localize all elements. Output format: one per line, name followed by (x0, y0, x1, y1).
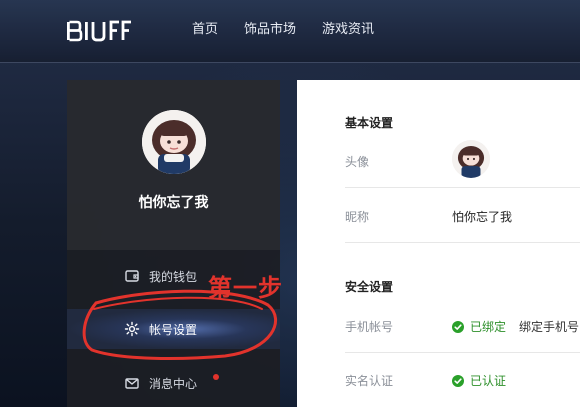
phone-label: 手机帐号 (345, 320, 394, 334)
avatar-label: 头像 (345, 155, 370, 169)
gear-icon (123, 320, 141, 338)
nav-market[interactable]: 饰品市场 (244, 21, 296, 39)
divider (345, 352, 580, 353)
phone-status: 已绑定 (452, 318, 506, 335)
realname-label: 实名认证 (345, 374, 394, 388)
realname-status: 已认证 (452, 372, 506, 389)
user-avatar-large[interactable] (142, 110, 206, 174)
profile-card: 怕你忘了我 (67, 80, 280, 250)
nickname-value: 怕你忘了我 (452, 210, 513, 224)
bind-phone-link[interactable]: 绑定手机号 (519, 318, 579, 335)
sidebar-item-wallet-label: 我的钱包 (149, 269, 198, 284)
divider (345, 187, 580, 188)
user-avatar-small[interactable] (452, 140, 490, 178)
wallet-icon (123, 267, 141, 285)
settings-panel: 基本设置 头像 昵称 怕你忘了我 安全设置 手机帐号 已绑定 绑定手机号 实名认… (297, 80, 580, 407)
check-circle-icon (452, 374, 464, 387)
sidebar-item-account-settings[interactable]: 帐号设置 (67, 309, 280, 349)
sidebar-item-messages-label: 消息中心 (149, 376, 198, 391)
realname-status-text: 已认证 (470, 374, 507, 388)
mail-icon (123, 374, 141, 392)
sidebar-item-account-settings-label: 帐号设置 (149, 322, 198, 337)
avatar-illustration-icon-small (452, 140, 490, 178)
basic-settings-title: 基本设置 (345, 116, 394, 130)
step-annotation-text: 第一步 (208, 274, 283, 302)
avatar-illustration-icon (142, 110, 206, 174)
buff-logo[interactable] (65, 18, 135, 44)
security-settings-title: 安全设置 (345, 280, 394, 294)
divider (345, 242, 580, 243)
nav-home[interactable]: 首页 (192, 21, 218, 39)
nav-news[interactable]: 游戏资讯 (322, 21, 374, 39)
notification-dot (213, 374, 219, 380)
check-circle-icon (452, 320, 464, 333)
profile-username: 怕你忘了我 (138, 195, 209, 211)
sidebar-item-messages[interactable]: 消息中心 (67, 363, 280, 403)
main-nav: 首页 饰品市场 游戏资讯 (192, 21, 374, 39)
phone-status-text: 已绑定 (470, 320, 507, 334)
nickname-label: 昵称 (345, 210, 370, 224)
top-navigation-bar: 首页 饰品市场 游戏资讯 (0, 0, 580, 63)
account-sidebar: 怕你忘了我 我的钱包 帐号设置 消息中心 (67, 80, 280, 407)
